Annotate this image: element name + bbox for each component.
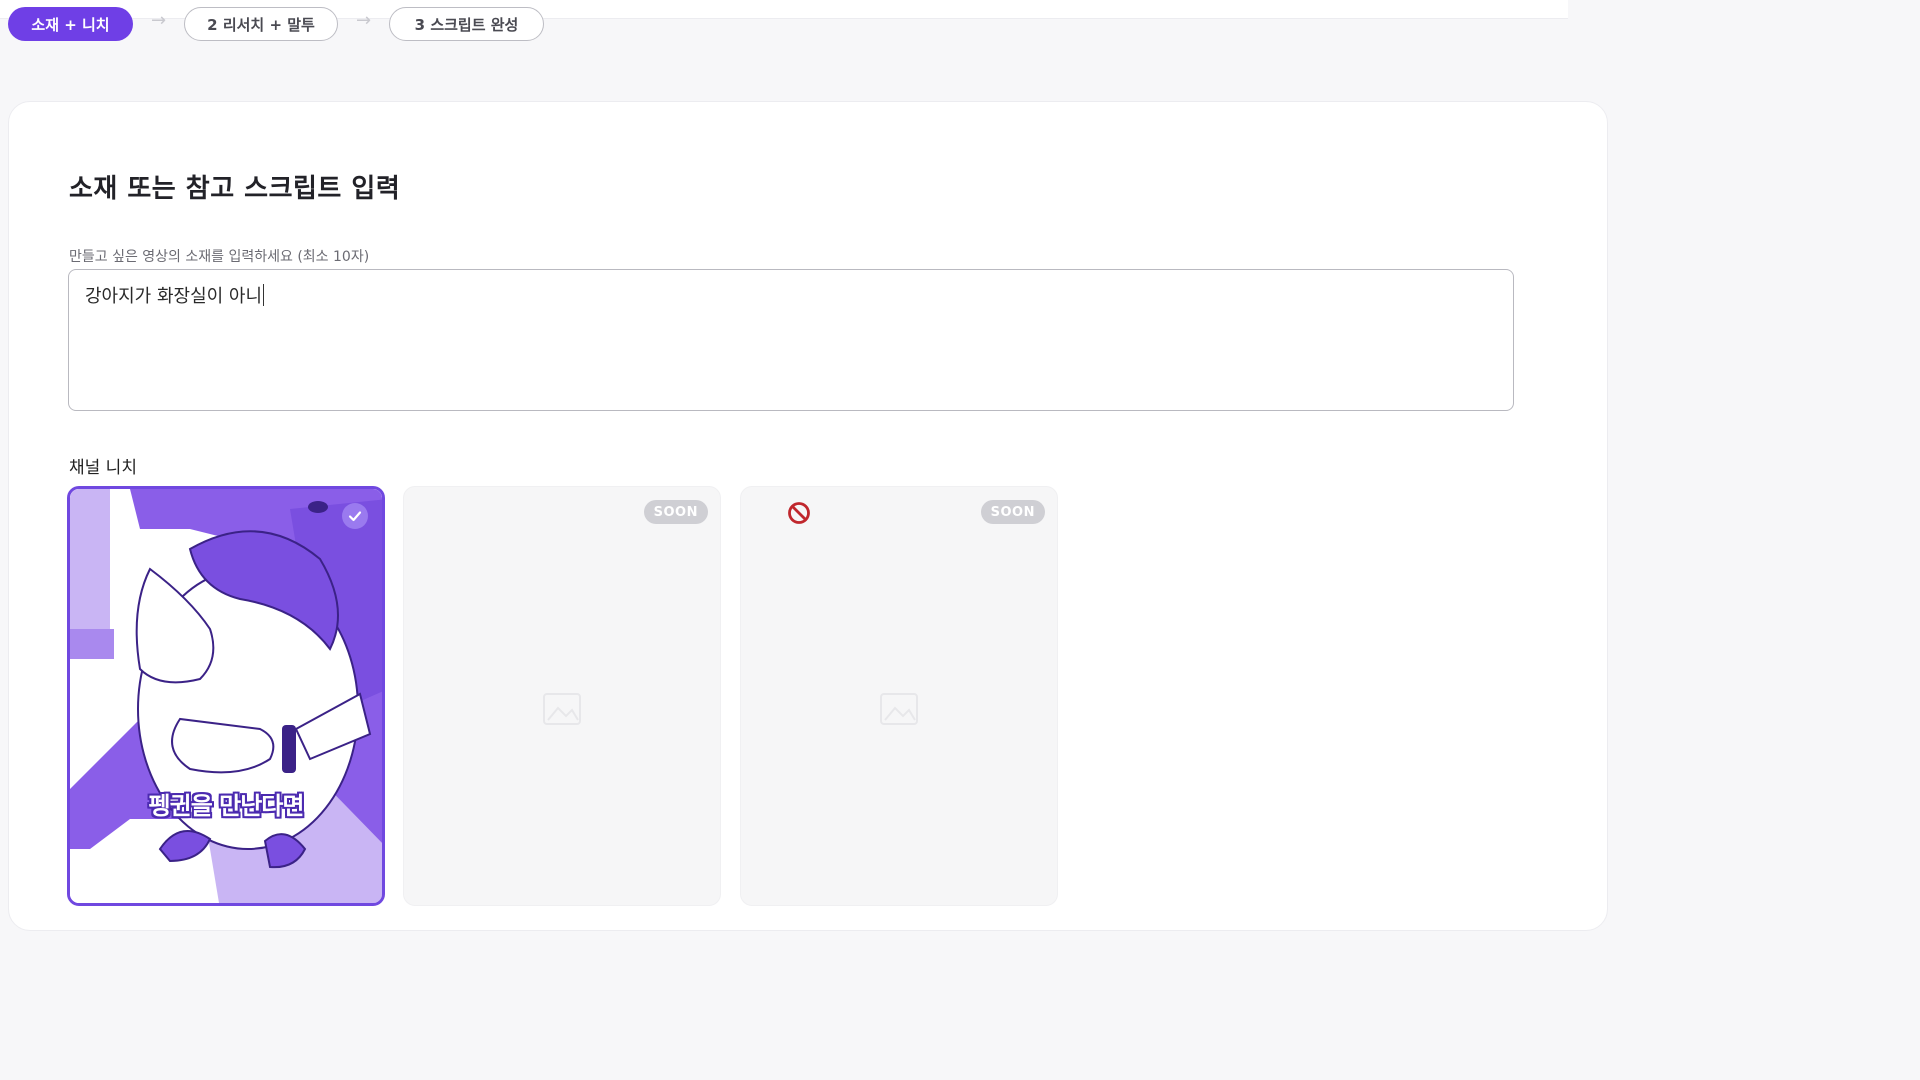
step-topic-niche[interactable]: 소재 + 니치: [8, 7, 133, 41]
image-placeholder-icon: [543, 692, 581, 725]
no-entry-icon: [788, 502, 810, 524]
niche-card-coming-soon: SOON: [403, 486, 721, 906]
step-research-tone[interactable]: 2 리서치 + 말투: [184, 7, 338, 41]
niche-thumbnail-illustration: [70, 489, 382, 903]
niche-thumbnail-caption: 펭귄을 만난다면: [148, 792, 305, 820]
topic-input[interactable]: 강아지가 화장실이 아니: [68, 269, 1514, 411]
niche-section-label: 채널 니치: [69, 458, 137, 478]
topic-input-value: 강아지가 화장실이 아니: [85, 286, 263, 307]
selected-check-icon: [342, 503, 368, 529]
topic-field-label: 만들고 싶은 영상의 소재를 입력하세요 (최소 10자): [69, 249, 370, 265]
image-placeholder-icon: [880, 692, 918, 725]
step-arrow-icon: →: [355, 9, 372, 31]
step-progress: 소재 + 니치 → 2 리서치 + 말투 → 3 스크립트 완성: [8, 7, 544, 41]
text-caret: [263, 284, 265, 306]
soon-badge: SOON: [643, 500, 708, 524]
page-title: 소재 또는 참고 스크립트 입력: [69, 174, 401, 204]
niche-card-penguin[interactable]: 펭귄을 만난다면: [67, 486, 385, 906]
step-script-complete[interactable]: 3 스크립트 완성: [389, 7, 544, 41]
niche-card-unavailable: SOON: [740, 486, 1058, 906]
soon-badge: SOON: [980, 500, 1045, 524]
step-arrow-icon: →: [150, 9, 167, 31]
